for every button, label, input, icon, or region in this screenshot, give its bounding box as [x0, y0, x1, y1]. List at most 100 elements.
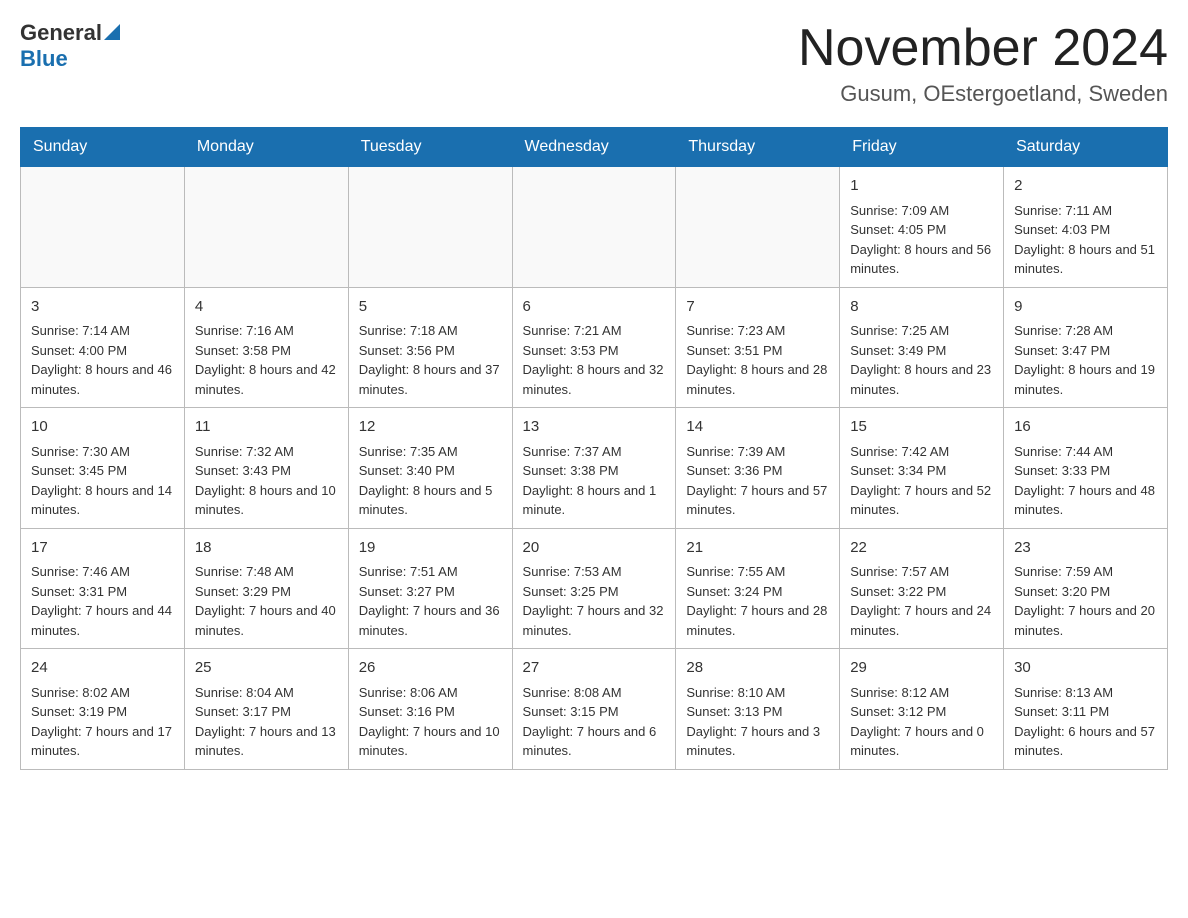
day-info: Sunrise: 7:28 AMSunset: 3:47 PMDaylight:… [1014, 321, 1157, 399]
logo: General Blue [20, 20, 120, 72]
day-number: 17 [31, 537, 174, 560]
calendar-cell: 18Sunrise: 7:48 AMSunset: 3:29 PMDayligh… [184, 528, 348, 649]
day-number: 15 [850, 416, 993, 439]
day-info: Sunrise: 7:23 AMSunset: 3:51 PMDaylight:… [686, 321, 829, 399]
logo-arrow-icon [104, 24, 120, 40]
day-number: 1 [850, 175, 993, 198]
day-number: 14 [686, 416, 829, 439]
day-number: 4 [195, 296, 338, 319]
day-number: 19 [359, 537, 502, 560]
day-number: 27 [523, 657, 666, 680]
calendar-cell: 2Sunrise: 7:11 AMSunset: 4:03 PMDaylight… [1004, 167, 1168, 288]
day-info: Sunrise: 7:53 AMSunset: 3:25 PMDaylight:… [523, 562, 666, 640]
week-row-3: 10 Sunrise: 7:30 AMSunset: 3:45 PMDayligh… [21, 408, 1168, 529]
header-wednesday: Wednesday [512, 128, 676, 167]
day-info: Sunrise: 7:57 AMSunset: 3:22 PMDaylight:… [850, 562, 993, 640]
day-number: 3 [31, 296, 174, 319]
day-info: Sunrise: 7:35 AMSunset: 3:40 PMDaylight:… [359, 442, 502, 520]
calendar-cell: 6Sunrise: 7:21 AMSunset: 3:53 PMDaylight… [512, 287, 676, 408]
calendar-cell: 10 Sunrise: 7:30 AMSunset: 3:45 PMDayligh… [21, 408, 185, 529]
calendar-cell: 21Sunrise: 7:55 AMSunset: 3:24 PMDayligh… [676, 528, 840, 649]
calendar-cell: 14 Sunrise: 7:39 AMSunset: 3:36 PMDayligh… [676, 408, 840, 529]
day-info: Sunrise: 7:39 AMSunset: 3:36 PMDaylight:… [686, 442, 829, 520]
calendar-cell: 23Sunrise: 7:59 AMSunset: 3:20 PMDayligh… [1004, 528, 1168, 649]
day-number: 26 [359, 657, 502, 680]
title-section: November 2024 Gusum, OEstergoetland, Swe… [798, 20, 1168, 107]
calendar-cell [21, 167, 185, 288]
calendar-cell: 1 Sunrise: 7:09 AMSunset: 4:05 PMDaylight… [840, 167, 1004, 288]
calendar-cell: 16Sunrise: 7:44 AMSunset: 3:33 PMDayligh… [1004, 408, 1168, 529]
calendar-cell: 26 Sunrise: 8:06 AMSunset: 3:16 PMDayligh… [348, 649, 512, 770]
day-info: Sunrise: 7:16 AMSunset: 3:58 PMDaylight:… [195, 321, 338, 399]
day-info: Sunrise: 7:37 AMSunset: 3:38 PMDaylight:… [523, 442, 666, 520]
calendar-cell: 5Sunrise: 7:18 AMSunset: 3:56 PMDaylight… [348, 287, 512, 408]
day-info: Sunrise: 7:42 AMSunset: 3:34 PMDaylight:… [850, 442, 993, 520]
day-number: 10 [31, 416, 174, 439]
day-number: 23 [1014, 537, 1157, 560]
day-number: 24 [31, 657, 174, 680]
day-info: Sunrise: 7:14 AMSunset: 4:00 PMDaylight:… [31, 321, 174, 399]
header-tuesday: Tuesday [348, 128, 512, 167]
calendar-title: November 2024 [798, 20, 1168, 77]
day-number: 25 [195, 657, 338, 680]
calendar-cell [676, 167, 840, 288]
calendar-cell: 25 Sunrise: 8:04 AMSunset: 3:17 PMDayligh… [184, 649, 348, 770]
calendar-cell: 19Sunrise: 7:51 AMSunset: 3:27 PMDayligh… [348, 528, 512, 649]
logo-general-text: General [20, 20, 102, 46]
day-info: Sunrise: 8:08 AMSunset: 3:15 PMDaylight:… [523, 683, 666, 761]
calendar-cell: 22Sunrise: 7:57 AMSunset: 3:22 PMDayligh… [840, 528, 1004, 649]
calendar-cell: 15 Sunrise: 7:42 AMSunset: 3:34 PMDayligh… [840, 408, 1004, 529]
logo-blue-text: Blue [20, 46, 68, 71]
calendar-cell: 24Sunrise: 8:02 AMSunset: 3:19 PMDayligh… [21, 649, 185, 770]
day-number: 29 [850, 657, 993, 680]
calendar-cell: 3Sunrise: 7:14 AMSunset: 4:00 PMDaylight… [21, 287, 185, 408]
day-number: 30 [1014, 657, 1157, 680]
day-info: Sunrise: 8:10 AMSunset: 3:13 PMDaylight:… [686, 683, 829, 761]
day-number: 21 [686, 537, 829, 560]
day-info: Sunrise: 7:30 AMSunset: 3:45 PMDaylight:… [31, 442, 174, 520]
day-number: 13 [523, 416, 666, 439]
day-number: 2 [1014, 175, 1157, 198]
day-info: Sunrise: 8:04 AMSunset: 3:17 PMDaylight:… [195, 683, 338, 761]
calendar-cell: 13 Sunrise: 7:37 AMSunset: 3:38 PMDayligh… [512, 408, 676, 529]
day-number: 22 [850, 537, 993, 560]
day-number: 18 [195, 537, 338, 560]
calendar-cell: 11 Sunrise: 7:32 AMSunset: 3:43 PMDayligh… [184, 408, 348, 529]
calendar-table: Sunday Monday Tuesday Wednesday Thursday… [20, 127, 1168, 770]
header-friday: Friday [840, 128, 1004, 167]
day-number: 11 [195, 416, 338, 439]
header-sunday: Sunday [21, 128, 185, 167]
day-number: 5 [359, 296, 502, 319]
day-info: Sunrise: 7:55 AMSunset: 3:24 PMDaylight:… [686, 562, 829, 640]
calendar-cell: 9Sunrise: 7:28 AMSunset: 3:47 PMDaylight… [1004, 287, 1168, 408]
header-thursday: Thursday [676, 128, 840, 167]
calendar-cell: 7Sunrise: 7:23 AMSunset: 3:51 PMDaylight… [676, 287, 840, 408]
day-info: Sunrise: 7:44 AMSunset: 3:33 PMDaylight:… [1014, 442, 1157, 520]
day-info: Sunrise: 7:25 AMSunset: 3:49 PMDaylight:… [850, 321, 993, 399]
day-info: Sunrise: 7:51 AMSunset: 3:27 PMDaylight:… [359, 562, 502, 640]
day-info: Sunrise: 8:13 AMSunset: 3:11 PMDaylight:… [1014, 683, 1157, 761]
calendar-cell [184, 167, 348, 288]
week-row-1: 1 Sunrise: 7:09 AMSunset: 4:05 PMDaylight… [21, 167, 1168, 288]
calendar-cell: 4Sunrise: 7:16 AMSunset: 3:58 PMDaylight… [184, 287, 348, 408]
page-header: General Blue November 2024 Gusum, OEster… [20, 20, 1168, 107]
header-saturday: Saturday [1004, 128, 1168, 167]
week-row-4: 17Sunrise: 7:46 AMSunset: 3:31 PMDayligh… [21, 528, 1168, 649]
day-info: Sunrise: 7:21 AMSunset: 3:53 PMDaylight:… [523, 321, 666, 399]
day-info: Sunrise: 8:06 AMSunset: 3:16 PMDaylight:… [359, 683, 502, 761]
calendar-cell: 30 Sunrise: 8:13 AMSunset: 3:11 PMDayligh… [1004, 649, 1168, 770]
day-info: Sunrise: 7:46 AMSunset: 3:31 PMDaylight:… [31, 562, 174, 640]
week-row-2: 3Sunrise: 7:14 AMSunset: 4:00 PMDaylight… [21, 287, 1168, 408]
day-info: Sunrise: 7:09 AMSunset: 4:05 PMDaylight:… [850, 201, 993, 279]
calendar-cell: 20Sunrise: 7:53 AMSunset: 3:25 PMDayligh… [512, 528, 676, 649]
day-number: 6 [523, 296, 666, 319]
calendar-cell: 17Sunrise: 7:46 AMSunset: 3:31 PMDayligh… [21, 528, 185, 649]
calendar-cell [512, 167, 676, 288]
calendar-cell: 29Sunrise: 8:12 AMSunset: 3:12 PMDayligh… [840, 649, 1004, 770]
calendar-cell: 8Sunrise: 7:25 AMSunset: 3:49 PMDaylight… [840, 287, 1004, 408]
day-number: 9 [1014, 296, 1157, 319]
calendar-cell: 28Sunrise: 8:10 AMSunset: 3:13 PMDayligh… [676, 649, 840, 770]
day-number: 12 [359, 416, 502, 439]
day-info: Sunrise: 7:32 AMSunset: 3:43 PMDaylight:… [195, 442, 338, 520]
day-info: Sunrise: 7:18 AMSunset: 3:56 PMDaylight:… [359, 321, 502, 399]
